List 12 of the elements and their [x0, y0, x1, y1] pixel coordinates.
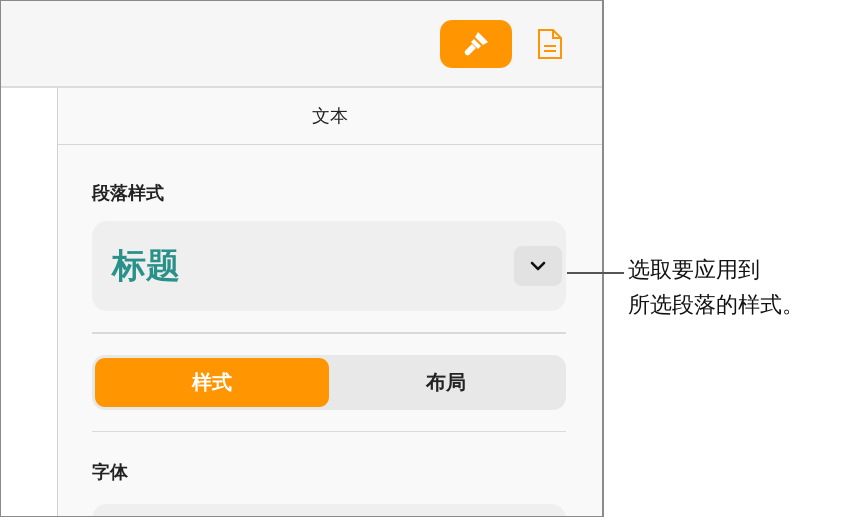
tab[interactable]: 样式	[95, 358, 329, 406]
paragraph-style-popup[interactable]: 标题	[92, 221, 566, 311]
tab[interactable]: 布局	[329, 358, 563, 406]
leader-line	[567, 272, 624, 274]
section-label: 段落样式	[92, 182, 165, 205]
callout-text: 所选段落的样式。	[628, 292, 804, 320]
section-label: 字体	[92, 461, 129, 484]
callout-text: 选取要应用到	[628, 257, 761, 285]
document-icon	[536, 26, 564, 60]
chevron-down-icon[interactable]	[514, 246, 562, 286]
format-button[interactable]	[440, 20, 512, 68]
panel-title: 文本	[312, 105, 348, 128]
